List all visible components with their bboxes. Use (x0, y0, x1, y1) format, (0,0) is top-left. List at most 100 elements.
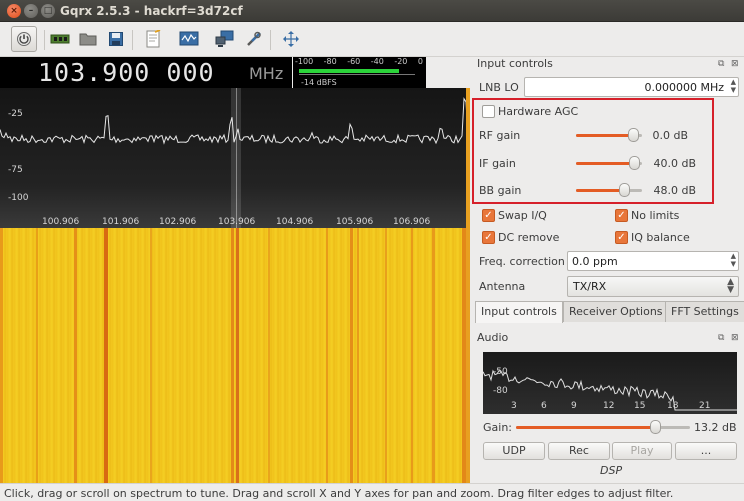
spectrum-x-label: 104.906 (276, 217, 314, 227)
minimize-window-button[interactable]: – (24, 4, 38, 18)
iq-tool-icon (179, 31, 199, 46)
bb-gain-value: 48.0 dB (653, 184, 696, 197)
swap-iq-checkbox[interactable]: ✓ (482, 209, 495, 222)
resize-icon (283, 31, 299, 47)
toolbar (0, 22, 744, 57)
spin-arrows-icon[interactable]: ▲ ▼ (731, 252, 736, 268)
antenna-label: Antenna (479, 280, 526, 293)
audio-options-button[interactable]: ... (675, 442, 737, 460)
meter-tick: -100 (295, 57, 314, 66)
iq-balance-checkbox[interactable]: ✓ (615, 231, 628, 244)
waterfall-display[interactable] (0, 228, 470, 483)
audio-gain-value: 13.2 dB (694, 421, 737, 434)
if-gain-handle[interactable] (629, 156, 640, 170)
meter-tick: 0 (417, 57, 423, 66)
tab-input-controls-label: Input controls (481, 305, 557, 318)
play-button[interactable]: Play (612, 442, 672, 460)
dock-close-icon[interactable]: ⊠ (731, 333, 739, 343)
udp-button-label: UDP (502, 444, 526, 457)
audio-x-label: 18 (667, 401, 679, 411)
audio-spectrum: -50 -80 3 6 9 12 15 18 21 (483, 352, 737, 414)
notes-button[interactable] (141, 27, 165, 51)
audio-title: Audio (477, 331, 509, 344)
remote-icon (215, 30, 234, 47)
spectrum-x-label: 101.906 (102, 217, 140, 227)
settings-button[interactable] (242, 27, 266, 51)
audio-gain-handle[interactable] (650, 420, 661, 434)
title-bar: × – □ Gqrx 2.5.3 - hackrf=3d72cf (0, 0, 744, 22)
power-button[interactable] (11, 26, 37, 52)
tab-receiver-options[interactable]: Receiver Options (563, 301, 669, 322)
combo-arrows-icon: ▲ ▼ (727, 277, 734, 295)
bb-gain-handle[interactable] (619, 183, 630, 197)
meter-level-label: -14 dBFS (301, 78, 337, 87)
waterfall-scrollbar[interactable] (466, 88, 470, 483)
open-file-button[interactable] (76, 27, 100, 51)
folder-icon (79, 33, 97, 46)
freq-correction-value: 0.0 ppm (572, 255, 618, 268)
iq-tool-button[interactable] (177, 27, 201, 51)
no-limits-checkbox[interactable]: ✓ (615, 209, 628, 222)
swap-iq-label: Swap I/Q (498, 209, 547, 222)
signal-meter: -100 -80 -60 -40 -20 0 -14 dBFS (293, 57, 426, 88)
audio-x-label: 9 (571, 401, 577, 411)
dock-close-icon[interactable]: ⊠ (731, 59, 739, 69)
bb-gain-fill (576, 189, 624, 192)
spectrum-trace (0, 97, 470, 145)
spectrum-plot[interactable]: -25 -75 -100 100.906 101.906 102.906 103… (0, 88, 470, 228)
tab-fft-settings-label: FFT Settings (671, 305, 739, 318)
frequency-digits[interactable]: 103.900 000 (38, 58, 215, 87)
dock-float-icon[interactable]: ⧉ (718, 333, 724, 343)
audio-x-label: 12 (603, 401, 615, 411)
spectrum-x-label: 106.906 (393, 217, 431, 227)
tab-fft-settings[interactable]: FFT Settings (665, 301, 744, 322)
freq-correction-label: Freq. correction (479, 255, 565, 268)
spectrum-x-label: 102.906 (159, 217, 197, 227)
udp-button[interactable]: UDP (483, 442, 545, 460)
audio-y-label: -80 (493, 386, 508, 396)
rf-gain-value: 0.0 dB (652, 129, 688, 142)
freq-correction-input[interactable]: 0.0 ppm ▲ ▼ (567, 251, 739, 271)
save-icon (109, 32, 123, 46)
spin-arrows-icon[interactable]: ▲ ▼ (731, 78, 736, 94)
audio-options-label: ... (700, 444, 712, 457)
audio-y-label: -50 (493, 367, 508, 377)
meter-tick: -60 (347, 57, 361, 66)
hardware-agc-checkbox[interactable] (482, 105, 495, 118)
antenna-value: TX/RX (573, 280, 607, 293)
tab-receiver-options-label: Receiver Options (569, 305, 663, 318)
maximize-window-button[interactable]: □ (41, 4, 55, 18)
meter-tick: -40 (370, 57, 384, 66)
notes-icon (146, 30, 161, 48)
resize-button[interactable] (279, 27, 303, 51)
rf-gain-fill (576, 134, 633, 137)
power-icon (17, 32, 31, 46)
play-button-label: Play (630, 444, 654, 457)
remote-control-button[interactable] (213, 27, 237, 51)
rf-gain-label: RF gain (479, 129, 521, 142)
spectrum-x-label: 100.906 (42, 217, 80, 227)
dc-remove-checkbox[interactable]: ✓ (482, 231, 495, 244)
iq-balance-label: IQ balance (631, 231, 690, 244)
audio-gain-label: Gain: (483, 421, 512, 434)
close-window-button[interactable]: × (7, 4, 21, 18)
status-bar: Click, drag or scroll on spectrum to tun… (0, 483, 744, 501)
save-button[interactable] (104, 27, 128, 51)
lnb-lo-label: LNB LO (479, 81, 519, 94)
audio-x-label: 3 (511, 401, 517, 411)
frequency-display[interactable]: 103.900 000 MHz (0, 57, 292, 88)
if-gain-label: IF gain (479, 157, 516, 170)
meter-level-bar (299, 69, 399, 73)
hardware-agc-label: Hardware AGC (498, 105, 579, 118)
hardware-button[interactable] (48, 27, 72, 51)
tab-input-controls[interactable]: Input controls (475, 301, 563, 323)
antenna-select[interactable]: TX/RX ▲ ▼ (567, 276, 739, 297)
record-button[interactable]: Rec (548, 442, 610, 460)
dc-remove-label: DC remove (498, 231, 560, 244)
settings-icon (247, 31, 261, 46)
dsp-label: DSP (600, 464, 623, 477)
lnb-lo-input[interactable]: 0.000000 MHz ▲ ▼ (524, 77, 739, 97)
audio-x-label: 6 (541, 401, 547, 411)
dock-float-icon[interactable]: ⧉ (718, 59, 724, 69)
audio-x-label: 15 (634, 401, 646, 411)
